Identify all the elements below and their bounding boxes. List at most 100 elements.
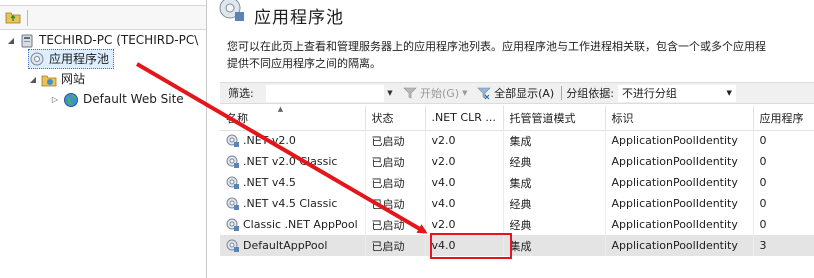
clr-version-cell: v2.0: [425, 214, 504, 235]
tree-node-sites[interactable]: ◢ 网站: [28, 70, 85, 89]
column-header-status[interactable]: 状态: [365, 106, 426, 131]
expand-icon[interactable]: ▷: [50, 95, 60, 105]
description-line: 提供不同应用程序之间的隔离。: [227, 57, 381, 70]
server-icon: [21, 34, 33, 47]
connections-tree-pane: ◢ TECHIRD-PC (TECHIRD-PC\ 应用程序池 ◢ 网站 ▷ D…: [0, 0, 207, 278]
toolbar-separator: [27, 10, 28, 26]
up-folder-icon[interactable]: [5, 10, 21, 24]
collapse-icon[interactable]: ◢: [28, 75, 38, 85]
tree-node-app-pools[interactable]: 应用程序池: [28, 49, 115, 69]
table-header-row: ▲ 名称 状态 .NET CLR ... 托管管道模式 标识 应用程序: [220, 106, 814, 131]
show-all-label: 全部显示(A): [494, 87, 555, 100]
page-description: 您可以在此页上查看和管理服务器上的应用程序池列表。应用程序池与工作进程相关联，包…: [227, 38, 814, 72]
status-cell: 已启动: [365, 130, 426, 151]
sites-folder-icon: [41, 75, 57, 86]
show-all-button[interactable]: 全部显示(A): [474, 84, 557, 102]
pool-name: DefaultAppPool: [226, 239, 359, 253]
pool-name-label: .NET v2.0: [243, 134, 296, 148]
clr-version-cell: v4.0: [425, 172, 504, 193]
status-cell: 已启动: [365, 214, 426, 235]
column-header-label: 名称: [226, 111, 248, 125]
pipeline-mode-cell: 经典: [503, 214, 606, 235]
app-pool-icon: [226, 197, 239, 210]
pool-name-cell: Classic .NET AppPool: [220, 214, 366, 235]
applications-cell: 0: [753, 130, 814, 151]
group-by-select[interactable]: 不进行分组 ▼: [617, 84, 736, 102]
chevron-down-icon: ▼: [726, 89, 732, 97]
funnel-icon: [403, 87, 417, 99]
column-header-identity[interactable]: 标识: [605, 106, 754, 131]
app-pools-icon: [30, 52, 44, 66]
clr-version-cell: v2.0: [425, 130, 504, 151]
status-cell: 已启动: [365, 235, 426, 256]
pipeline-mode-cell: 集成: [503, 172, 606, 193]
column-header-applications[interactable]: 应用程序: [753, 106, 814, 131]
page-header: 应用程序池: [218, 0, 344, 30]
table-row[interactable]: .NET v4.5 已启动 v4.0 集成 ApplicationPoolIdentit…: [220, 172, 814, 193]
status-cell: 已启动: [365, 172, 426, 193]
table-row[interactable]: .NET v4.5 Classic 已启动 v4.0 经典 ApplicationPoo…: [220, 193, 814, 214]
pool-name: .NET v2.0: [226, 134, 359, 148]
app-pool-icon: [226, 155, 239, 168]
app-pools-icon: [219, 0, 244, 21]
pool-name: .NET v4.5: [226, 176, 359, 190]
pool-name-cell: .NET v4.5: [220, 172, 366, 193]
column-header-clr[interactable]: .NET CLR ...: [425, 106, 504, 131]
column-header-pipeline[interactable]: 托管管道模式: [503, 106, 606, 131]
pipeline-mode-cell: 经典: [503, 193, 606, 214]
globe-icon: [64, 92, 78, 107]
applications-cell: 0: [753, 193, 814, 214]
clr-version-cell: v4.0: [425, 193, 504, 214]
applications-cell: 0: [753, 172, 814, 193]
filter-toolbar: 筛选: ▼ 开始(G) ▼ 全部显示(A) 分组依据: 不进行分组 ▼: [220, 82, 814, 104]
collapse-icon[interactable]: ◢: [6, 36, 16, 46]
pool-name-label: .NET v4.5 Classic: [243, 197, 338, 210]
group-by-value: 不进行分组: [621, 87, 677, 100]
app-pool-icon: [226, 239, 239, 252]
pipeline-mode-cell: 经典: [503, 151, 606, 172]
pool-name-label: DefaultAppPool: [243, 239, 328, 252]
annotation-highlight-box: [430, 233, 512, 259]
app-pool-icon: [226, 134, 239, 147]
toolbar-separator: [561, 86, 563, 100]
pipeline-mode-cell: 集成: [503, 130, 606, 151]
sort-ascending-icon: ▲: [277, 106, 284, 113]
applications-cell: 0: [753, 214, 814, 235]
app-pools-table: ▲ 名称 状态 .NET CLR ... 托管管道模式 标识 应用程序 .NET…: [220, 106, 814, 278]
pool-name-cell: DefaultAppPool: [220, 235, 366, 256]
pool-name-label: .NET v4.5: [243, 176, 296, 189]
filter-dropdown-icon[interactable]: ▼: [384, 89, 396, 97]
start-button[interactable]: 开始(G): [400, 84, 462, 102]
start-dropdown-icon[interactable]: ▼: [462, 89, 470, 97]
filter-input[interactable]: [266, 84, 384, 102]
pipeline-mode-cell: 集成: [503, 235, 606, 256]
description-line: 您可以在此页上查看和管理服务器上的应用程序池列表。应用程序池与工作进程相关联，包…: [227, 40, 766, 53]
app-pool-icon: [226, 218, 239, 231]
page-title: 应用程序池: [254, 7, 344, 28]
tree-node-default-web-site[interactable]: ▷ Default Web Site: [50, 90, 184, 109]
status-cell: 已启动: [365, 151, 426, 172]
applications-cell: 0: [753, 151, 814, 172]
features-view: 应用程序池 您可以在此页上查看和管理服务器上的应用程序池列表。应用程序池与工作进…: [210, 0, 814, 278]
pool-name-cell: .NET v2.0: [220, 130, 366, 151]
pool-name-label: .NET v2.0 Classic: [243, 155, 338, 168]
table-row[interactable]: .NET v2.0 Classic 已启动 v2.0 经典 ApplicationPoo…: [220, 151, 814, 172]
identity-cell: ApplicationPoolIdentity: [605, 235, 754, 256]
pool-name: Classic .NET AppPool: [226, 218, 359, 232]
table-row[interactable]: Classic .NET AppPool 已启动 v2.0 经典 Application…: [220, 214, 814, 235]
identity-cell: ApplicationPoolIdentity: [605, 130, 754, 151]
group-by-label: 分组依据:: [566, 87, 614, 100]
sites-label: 网站: [61, 72, 86, 86]
tree-node-server[interactable]: ◢ TECHIRD-PC (TECHIRD-PC\: [6, 31, 198, 50]
table-row[interactable]: DefaultAppPool 已启动 v4.0 集成 ApplicationPoolId…: [220, 235, 814, 256]
app-pools-label: 应用程序池: [49, 51, 110, 66]
server-label: TECHIRD-PC (TECHIRD-PC\: [39, 33, 199, 47]
clr-version-cell: v2.0: [425, 151, 504, 172]
table-row[interactable]: .NET v2.0 已启动 v2.0 集成 ApplicationPoolIdentit…: [220, 130, 814, 151]
identity-cell: ApplicationPoolIdentity: [605, 214, 754, 235]
tree-toolbar: [0, 5, 206, 30]
identity-cell: ApplicationPoolIdentity: [605, 151, 754, 172]
column-header-name[interactable]: ▲ 名称: [220, 106, 366, 131]
pool-name-label: Classic .NET AppPool: [243, 218, 358, 231]
pool-name-cell: .NET v4.5 Classic: [220, 193, 366, 214]
